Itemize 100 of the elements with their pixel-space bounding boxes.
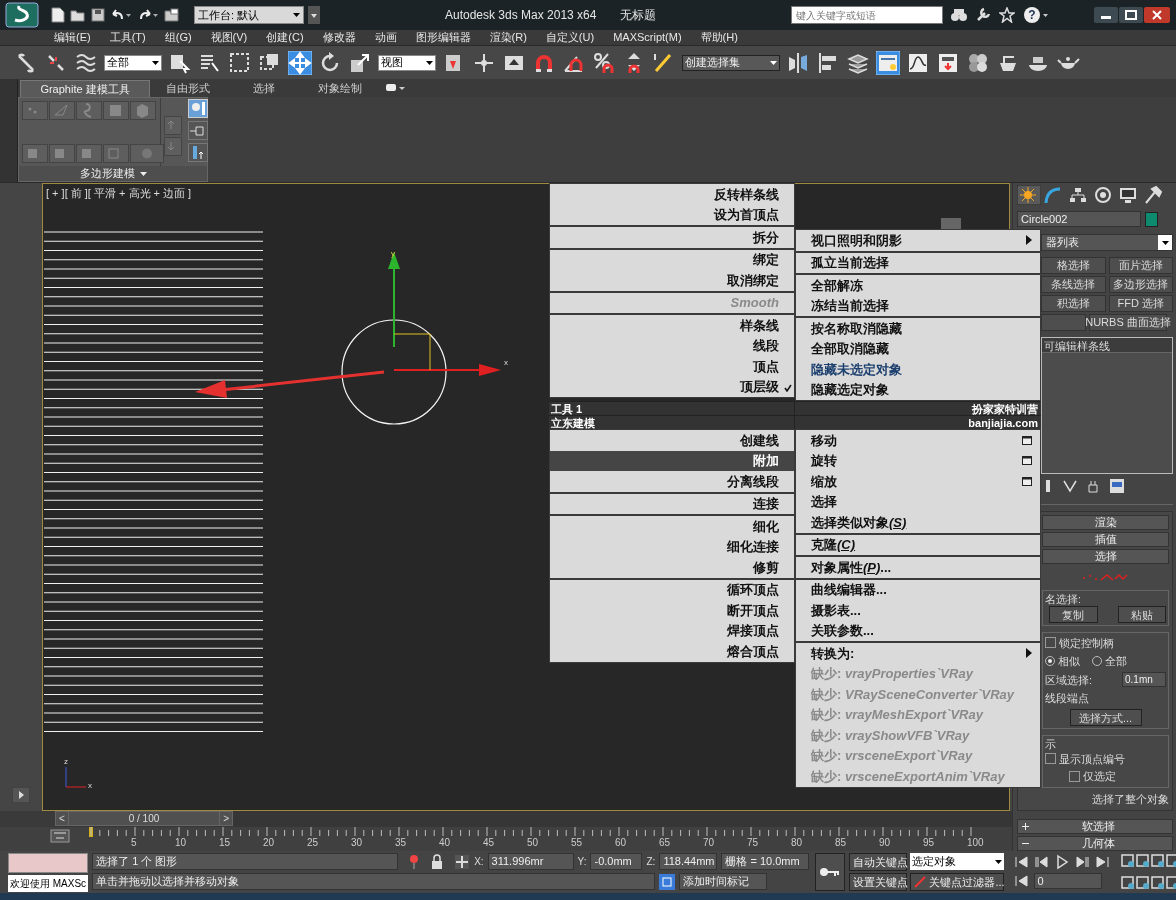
search-field[interactable]: 键入关键字或短语 (791, 6, 944, 24)
open-folder-icon[interactable] (70, 8, 86, 22)
isolate-pin-icon[interactable] (408, 853, 421, 870)
app-logo-icon[interactable] (5, 2, 39, 28)
menu-item[interactable]: 编辑(E) (54, 29, 91, 46)
checkbox[interactable] (1045, 637, 1056, 649)
select-edge-icon[interactable] (49, 144, 75, 163)
quad-menu-item[interactable]: 创建线 (550, 430, 794, 451)
key-mode-icon[interactable] (1014, 873, 1031, 889)
quad-menu-item[interactable]: 克隆(C) (796, 534, 1040, 555)
named-selection-dropdown[interactable]: 创建选择集 (682, 54, 780, 71)
auto-key-button[interactable]: 自动关键点 (849, 853, 908, 871)
rollout-header[interactable]: 软选择 (1017, 819, 1173, 834)
viewport-label[interactable]: [ + ][ 前 ][ 平滑 + 高光 + 边面 ] (46, 185, 192, 202)
spline-lines-drawing[interactable] (43, 231, 264, 732)
binoculars-icon[interactable] (951, 8, 968, 22)
menu-item[interactable]: MAXScript(M) (613, 29, 682, 46)
quad-menu-item[interactable]: 视口照明和阴影 (796, 230, 1040, 251)
rollout-header[interactable]: 插值 (1042, 532, 1169, 547)
quad-menu-item[interactable]: 拆分 (550, 227, 794, 248)
rectangular-selection-icon[interactable] (228, 50, 252, 75)
redo-icon[interactable] (137, 8, 159, 22)
modifier-stack-item[interactable]: 可编辑样条线 (1042, 338, 1172, 353)
modifier-button[interactable]: 格选择 (1041, 257, 1106, 274)
maxscript-input-field[interactable] (8, 853, 89, 873)
reference-coordinate-dropdown[interactable]: 视图 (378, 54, 436, 71)
project-folder-icon[interactable] (164, 7, 180, 23)
set-key-icon[interactable] (815, 853, 846, 891)
make-unique-icon[interactable] (1063, 479, 1077, 493)
quad-menu-item[interactable]: 对象属性(P)... (796, 557, 1040, 578)
circle-shape[interactable] (341, 319, 447, 425)
show-end-result-icon[interactable] (1043, 479, 1053, 493)
pin-icon[interactable] (188, 121, 208, 140)
select-by-button[interactable]: 选择方式... (1069, 708, 1142, 726)
menu-item[interactable]: 渲染(R) (489, 29, 527, 46)
quad-menu-item[interactable]: 绑定 (550, 249, 794, 270)
menu-item[interactable]: 组(G) (164, 29, 192, 46)
quad-menu-item[interactable]: 熔合顶点 (550, 641, 794, 662)
modifier-button[interactable]: FFD 选择 (1108, 295, 1173, 312)
maxscript-output-field[interactable]: 欢迎使用 MAXSc (8, 875, 89, 892)
menu-item[interactable]: 工具(T) (109, 29, 146, 46)
transform-gizmo-drawing[interactable] (388, 252, 501, 376)
quad-menu-item[interactable]: 样条线 (550, 315, 794, 336)
select-vertex-icon[interactable] (22, 144, 48, 163)
option-box-icon[interactable] (1022, 456, 1032, 466)
toolbar-menu-icon[interactable] (308, 6, 320, 24)
mini-curve-editor-icon[interactable] (50, 829, 70, 843)
scene-explorer-icon[interactable] (876, 50, 900, 75)
modifier-button[interactable]: 多边形选择 (1108, 276, 1173, 293)
option-box-icon[interactable] (1022, 435, 1032, 445)
quad-menu-item[interactable]: 断开顶点 (550, 600, 794, 621)
rollout-header[interactable]: 渲染 (1042, 515, 1169, 530)
play-icon[interactable] (1054, 853, 1071, 870)
previous-frame-button[interactable]: < (56, 811, 69, 826)
selection-filter-dropdown[interactable]: 全部 (104, 54, 162, 71)
maximize-icon[interactable] (1119, 7, 1143, 23)
modifier-list-dropdown[interactable]: 器列表 (1041, 234, 1173, 251)
quad-menu-item[interactable]: 细化连接 (550, 536, 794, 557)
modifier-button[interactable]: 积选择 (1041, 295, 1106, 312)
save-icon[interactable] (91, 8, 105, 22)
ribbon-panel-label[interactable]: 多边形建模 (19, 166, 207, 181)
coordinate-field[interactable]: 118.44mm (659, 853, 718, 870)
customize-ribbon-icon[interactable] (188, 143, 208, 162)
quad-menu-item[interactable]: 顶层级 (550, 376, 794, 397)
menu-item[interactable]: 视图(V) (210, 29, 248, 46)
percent-snap-icon[interactable] (592, 50, 616, 75)
time-slider[interactable]: < 0 / 100 > (55, 811, 233, 826)
create-icon[interactable] (1017, 185, 1041, 205)
quad-menu-item[interactable]: 分离线段 (550, 471, 794, 492)
time-slider-track[interactable]: < 0 / 100 > (55, 811, 1012, 827)
quad-menu-item[interactable]: 顶点 (550, 356, 794, 377)
menu-item[interactable]: 修改器 (322, 29, 356, 46)
modifier-button[interactable]: 条线选择 (1041, 276, 1106, 293)
configure-sets-icon[interactable] (1109, 478, 1125, 494)
quad-menu-item[interactable]: 设为首顶点 (550, 204, 794, 225)
close-icon[interactable] (1144, 7, 1170, 23)
menu-item[interactable]: 创建(C) (266, 29, 304, 46)
ribbon-tab[interactable]: 对象绘制 (302, 80, 378, 97)
copy-button[interactable]: 复制 (1049, 605, 1098, 623)
checkbox[interactable] (1045, 753, 1056, 765)
quad-menu-item[interactable]: 细化 (550, 516, 794, 537)
move-icon[interactable] (288, 50, 312, 75)
coordinate-field[interactable]: -0.0mm (590, 853, 643, 870)
modifier-button[interactable]: 面片选择 (1108, 257, 1173, 274)
next-frame-button[interactable]: > (219, 811, 232, 826)
current-frame-field[interactable]: 0 (1034, 873, 1103, 889)
quad-menu-item[interactable]: 焊接顶点 (550, 620, 794, 641)
object-color-swatch[interactable] (1145, 211, 1158, 227)
set-key-button[interactable]: 设置关键点 (849, 873, 908, 891)
border-icon[interactable] (76, 101, 102, 120)
paste-button[interactable]: 粘贴 (1117, 605, 1166, 623)
remove-modifier-icon[interactable] (1087, 479, 1099, 493)
rollout-header[interactable]: 选择 (1042, 549, 1169, 564)
key-filters-button[interactable]: 关键点过滤器... (910, 873, 1005, 891)
quad-menu-item[interactable]: 循环顶点 (550, 579, 794, 600)
menu-item[interactable]: 帮助(H) (700, 29, 738, 46)
quad-menu-item[interactable]: 附加 (550, 450, 794, 471)
ribbon-tab[interactable]: 自由形式 (150, 80, 226, 97)
undo-icon[interactable] (110, 8, 132, 22)
quad-menu-item[interactable]: 反转样条线 (550, 184, 794, 205)
